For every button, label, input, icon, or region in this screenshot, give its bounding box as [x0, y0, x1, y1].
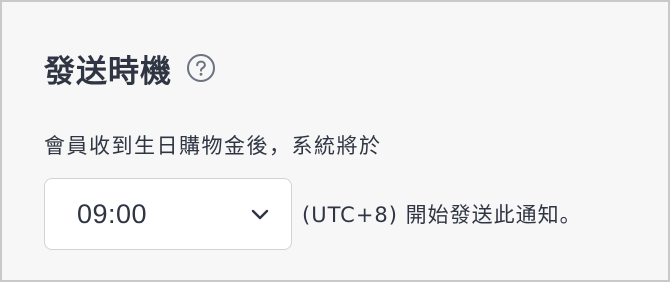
timezone-suffix-text: (UTC+8) 開始發送此通知。 [302, 203, 582, 227]
description-text: 會員收到生日購物金後，系統將於 [44, 134, 382, 158]
section-title: 發送時機 [44, 53, 172, 90]
send-time-select[interactable]: 09:00 [44, 178, 292, 250]
send-time-row: 09:00 (UTC+8) 開始發送此通知。 [44, 178, 582, 250]
settings-panel: 發送時機 會員收到生日購物金後，系統將於 09:00 (UTC+8) 開始發送此… [0, 0, 670, 282]
send-time-value: 09:00 [77, 198, 148, 229]
question-circle-icon[interactable] [186, 53, 216, 83]
chevron-down-icon [249, 203, 271, 225]
question-circle-icon-graphic [187, 54, 215, 82]
section-header: 發送時機 [44, 46, 216, 90]
